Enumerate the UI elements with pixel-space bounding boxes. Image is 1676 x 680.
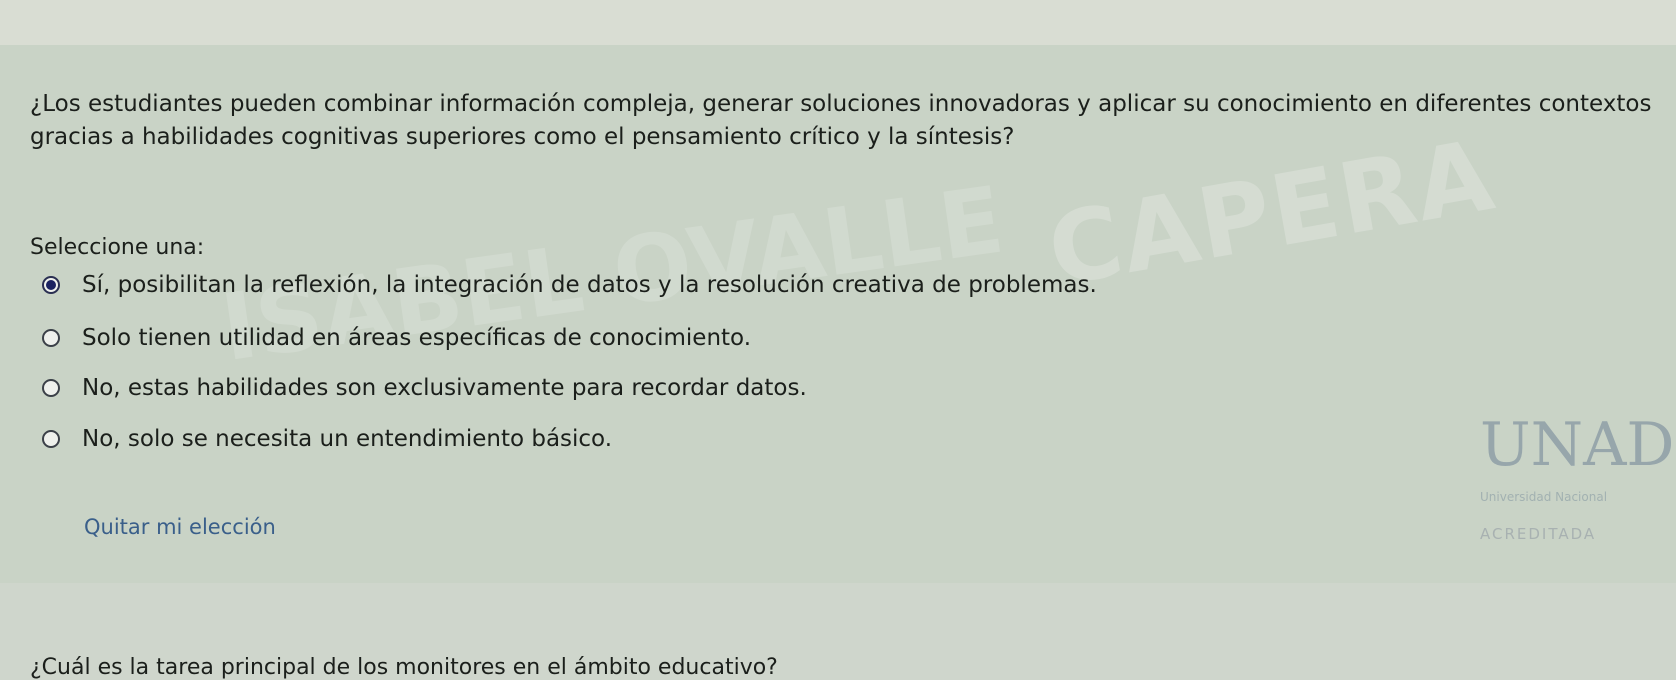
select-prompt: Seleccione una:: [30, 235, 205, 260]
next-question-text: ¿Cuál es la tarea principal de los monit…: [30, 655, 778, 680]
option-label: No, estas habilidades son exclusivamente…: [82, 375, 807, 401]
logo-badge: ACREDITADA: [1480, 525, 1597, 543]
logo-subtitle: Universidad Nacional: [1480, 490, 1608, 504]
top-strip: [0, 0, 1676, 45]
option-label: Solo tienen utilidad en áreas específica…: [82, 325, 752, 351]
option-label: No, solo se necesita un entendimiento bá…: [82, 426, 613, 452]
clear-choice-link[interactable]: Quitar mi elección: [84, 515, 276, 539]
answer-option-2[interactable]: Solo tienen utilidad en áreas específica…: [42, 323, 751, 353]
answer-option-1[interactable]: Sí, posibilitan la reflexión, la integra…: [42, 270, 1097, 300]
logo-mark: UNAD: [1480, 410, 1675, 480]
radio-icon[interactable]: [42, 329, 60, 347]
institution-logo: UNAD Universidad Nacional ACREDITADA: [1480, 390, 1675, 560]
option-label: Sí, posibilitan la reflexión, la integra…: [82, 272, 1097, 298]
radio-selected-icon[interactable]: [42, 276, 60, 294]
radio-icon[interactable]: [42, 379, 60, 397]
answer-option-3[interactable]: No, estas habilidades son exclusivamente…: [42, 373, 807, 403]
answer-option-4[interactable]: No, solo se necesita un entendimiento bá…: [42, 424, 612, 454]
radio-icon[interactable]: [42, 430, 60, 448]
question-text: ¿Los estudiantes pueden combinar informa…: [30, 91, 1652, 150]
